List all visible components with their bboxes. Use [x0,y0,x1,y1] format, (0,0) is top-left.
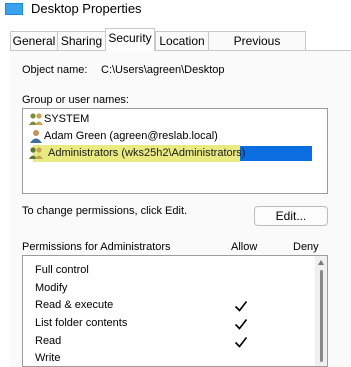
perm-read-execute: Read & execute [35,299,114,311]
users-icon [29,113,43,125]
check-icon [234,301,248,312]
scrollbar-thumb[interactable] [320,270,323,362]
user-icon [30,130,42,143]
tab-previous-versions[interactable]: Previous Versions [208,31,306,67]
user-name: Administrators (wks25h2\Administrators) [48,147,246,159]
perm-list-folder-contents: List folder contents [35,317,128,329]
tab-location[interactable]: Location [155,31,209,50]
user-list: SYSTEM Adam Green (agreen@reslab.local) … [24,110,324,190]
perm-read: Read [35,335,62,347]
permissions-scrollbar[interactable] [315,256,327,366]
permissions-listbox: Full control Modify Read & execute List … [22,255,328,367]
folder-icon [5,3,23,15]
permissions-header: Permissions for Administrators [22,241,171,253]
allow-header: Allow [231,241,258,253]
tab-general[interactable]: General [10,31,58,50]
perm-modify: Modify [35,282,68,294]
tab-security[interactable]: Security [105,28,155,51]
change-permissions-text: To change permissions, click Edit. [22,205,188,217]
user-name: Adam Green (agreen@reslab.local) [44,130,218,142]
check-icon [234,337,248,348]
perm-full-control: Full control [35,264,89,276]
tab-divider [10,50,351,51]
check-icon [234,319,248,330]
perm-write: Write [35,352,61,364]
user-name: SYSTEM [44,113,90,125]
window-title: Desktop Properties [31,1,142,16]
scroll-up-arrow-icon[interactable] [318,260,324,265]
deny-header: Deny [293,241,319,253]
tab-strip: General Sharing Security Location Previo… [10,28,351,67]
users-icon [29,147,43,159]
tab-sharing[interactable]: Sharing [57,31,106,50]
object-name-value: C:\Users\agreen\Desktop [101,64,225,76]
edit-button[interactable]: Edit... [254,206,328,226]
object-name-label: Object name: [22,64,88,76]
group-label: Group or user names: [22,94,129,106]
